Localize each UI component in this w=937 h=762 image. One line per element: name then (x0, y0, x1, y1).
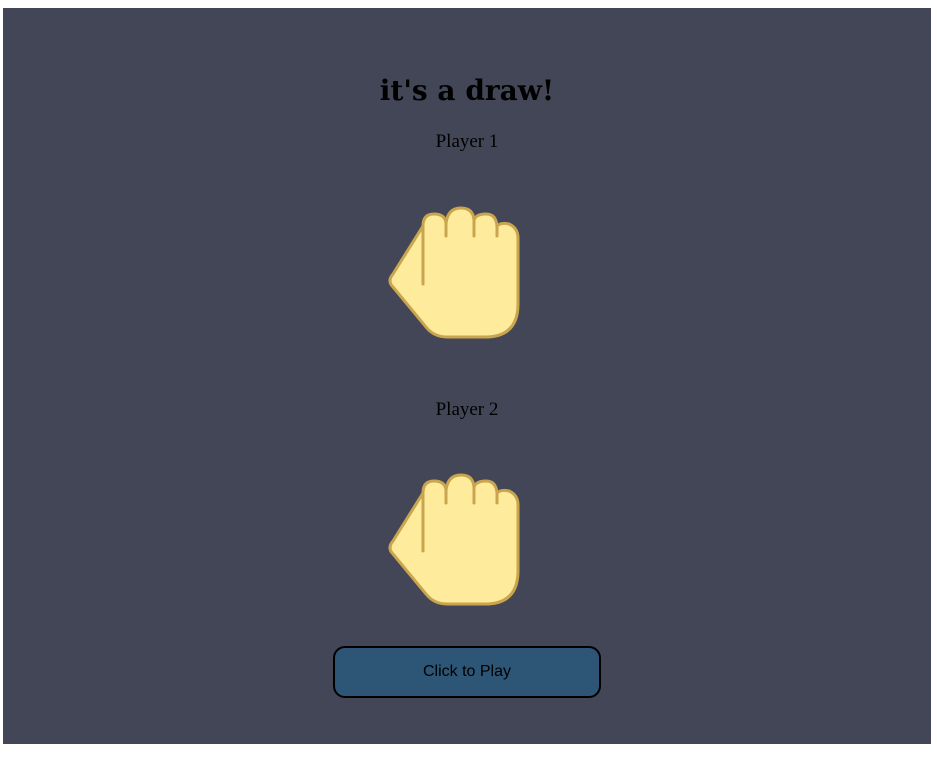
player-1-rock-fist-icon (387, 202, 527, 342)
player-1-label: Player 1 (435, 131, 499, 152)
result-title: it's a draw! (379, 74, 555, 107)
game-panel: it's a draw! Player 1 Player 2 Click to … (3, 8, 931, 744)
player-2-rock-fist-icon (387, 469, 527, 609)
player-2-label: Player 2 (435, 399, 499, 420)
play-button[interactable]: Click to Play (333, 646, 601, 698)
